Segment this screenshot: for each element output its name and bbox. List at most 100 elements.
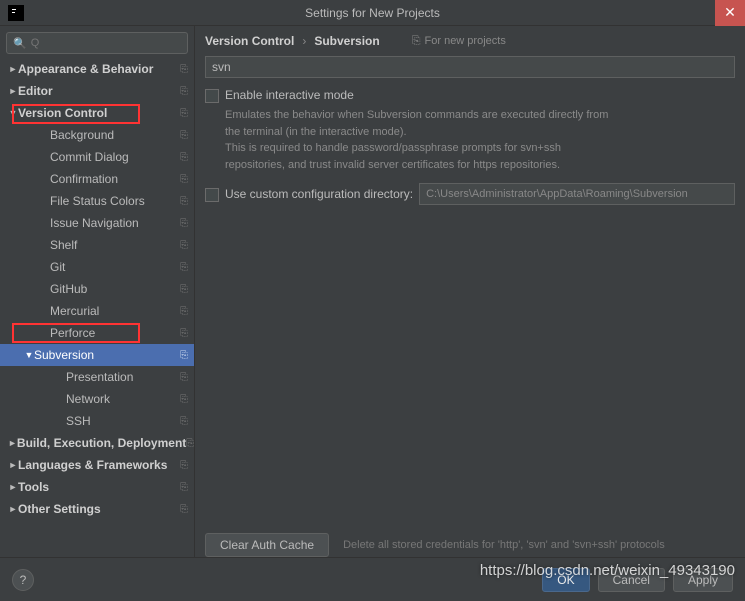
clear-auth-button[interactable]: Clear Auth Cache: [205, 533, 329, 557]
svn-path-input[interactable]: svn: [205, 56, 735, 78]
tree-item-label: Git: [50, 260, 180, 274]
scope-icon: ⎘: [180, 350, 188, 361]
search-input[interactable]: [31, 37, 181, 49]
apply-button[interactable]: Apply: [673, 568, 733, 592]
search-box[interactable]: 🔍: [6, 32, 188, 54]
form: Enable interactive mode Emulates the beh…: [195, 88, 745, 205]
tree-item-github[interactable]: GitHub⎘: [0, 278, 194, 300]
tree-item-label: Mercurial: [50, 304, 180, 318]
tree-item-file-status-colors[interactable]: File Status Colors⎘: [0, 190, 194, 212]
enable-interactive-label: Enable interactive mode: [225, 88, 354, 102]
scope-icon: ⎘: [180, 416, 188, 427]
tree-item-shelf[interactable]: Shelf⎘: [0, 234, 194, 256]
settings-tree: ►Appearance & Behavior⎘►Editor⎘▼Version …: [0, 58, 194, 557]
scope-icon: ⎘: [180, 64, 188, 75]
scope-icon: ⎘: [180, 394, 188, 405]
arrow-icon: ►: [8, 64, 18, 74]
arrow-icon: ►: [8, 438, 17, 448]
tree-item-git[interactable]: Git⎘: [0, 256, 194, 278]
tree-item-issue-navigation[interactable]: Issue Navigation⎘: [0, 212, 194, 234]
tree-item-languages-frameworks[interactable]: ►Languages & Frameworks⎘: [0, 454, 194, 476]
tree-item-build-execution-deployment[interactable]: ►Build, Execution, Deployment⎘: [0, 432, 194, 454]
tree-item-label: Shelf: [50, 238, 180, 252]
scope-icon: ⎘: [180, 372, 188, 383]
tree-item-network[interactable]: Network⎘: [0, 388, 194, 410]
tree-item-ssh[interactable]: SSH⎘: [0, 410, 194, 432]
custom-config-label: Use custom configuration directory:: [225, 187, 413, 201]
help-button[interactable]: ?: [12, 569, 34, 591]
tree-item-label: Perforce: [50, 326, 180, 340]
custom-config-checkbox[interactable]: [205, 188, 219, 202]
enable-interactive-checkbox[interactable]: [205, 89, 219, 103]
tree-item-perforce[interactable]: Perforce⎘: [0, 322, 194, 344]
crumb-current: Subversion: [314, 34, 379, 48]
scope-icon: ⎘: [180, 218, 188, 229]
tree-item-label: Editor: [18, 84, 180, 98]
titlebar: Settings for New Projects ✕: [0, 0, 745, 26]
tree-item-label: Tools: [18, 480, 180, 494]
content-panel: Version Control › Subversion ⎘ For new p…: [195, 26, 745, 557]
scope-icon: ⎘: [180, 152, 188, 163]
tree-item-label: Appearance & Behavior: [18, 62, 180, 76]
footer: ? OK Cancel Apply: [0, 557, 745, 601]
enable-interactive-row[interactable]: Enable interactive mode: [205, 88, 735, 103]
enable-interactive-desc: Emulates the behavior when Subversion co…: [225, 107, 735, 173]
tree-item-label: Commit Dialog: [50, 150, 180, 164]
cancel-button[interactable]: Cancel: [598, 568, 665, 592]
ok-button[interactable]: OK: [542, 568, 589, 592]
tree-item-label: Issue Navigation: [50, 216, 180, 230]
tree-item-label: GitHub: [50, 282, 180, 296]
main: 🔍 ►Appearance & Behavior⎘►Editor⎘▼Versio…: [0, 26, 745, 557]
scope-icon: ⎘: [180, 284, 188, 295]
tree-item-confirmation[interactable]: Confirmation⎘: [0, 168, 194, 190]
scope-icon: ⎘: [186, 438, 194, 449]
tree-item-label: File Status Colors: [50, 194, 180, 208]
scope-icon: ⎘: [180, 306, 188, 317]
scope-icon: ⎘: [180, 262, 188, 273]
tree-item-label: Network: [66, 392, 180, 406]
tree-item-label: Version Control: [18, 106, 180, 120]
breadcrumb: Version Control › Subversion ⎘ For new p…: [195, 26, 745, 56]
scope-icon: ⎘: [180, 174, 188, 185]
tree-item-label: SSH: [66, 414, 180, 428]
tree-item-label: Other Settings: [18, 502, 180, 516]
tree-item-other-settings[interactable]: ►Other Settings⎘: [0, 498, 194, 520]
arrow-icon: ►: [8, 482, 18, 492]
scope-icon: ⎘: [180, 328, 188, 339]
bottom-bar: Clear Auth Cache Delete all stored crede…: [195, 525, 745, 557]
search-icon: 🔍: [13, 37, 27, 50]
arrow-icon: ▼: [8, 108, 18, 118]
footer-buttons: OK Cancel Apply: [542, 568, 733, 592]
tree-item-commit-dialog[interactable]: Commit Dialog⎘: [0, 146, 194, 168]
tree-item-label: Background: [50, 128, 180, 142]
scope-label: ⎘ For new projects: [412, 35, 506, 48]
tree-item-version-control[interactable]: ▼Version Control⎘: [0, 102, 194, 124]
arrow-icon: ►: [8, 460, 18, 470]
scope-icon: ⎘: [180, 482, 188, 493]
scope-icon: ⎘: [180, 108, 188, 119]
custom-config-input[interactable]: C:\Users\Administrator\AppData\Roaming\S…: [419, 183, 735, 205]
tree-item-background[interactable]: Background⎘: [0, 124, 194, 146]
tree-item-label: Build, Execution, Deployment: [17, 436, 186, 450]
tree-item-mercurial[interactable]: Mercurial⎘: [0, 300, 194, 322]
app-icon: [8, 5, 24, 21]
scope-icon: ⎘: [180, 240, 188, 251]
scope-icon: ⎘: [180, 460, 188, 471]
tree-item-label: Presentation: [66, 370, 180, 384]
tree-item-label: Confirmation: [50, 172, 180, 186]
tree-item-editor[interactable]: ►Editor⎘: [0, 80, 194, 102]
tree-item-tools[interactable]: ►Tools⎘: [0, 476, 194, 498]
scope-icon: ⎘: [180, 86, 188, 97]
close-button[interactable]: ✕: [715, 0, 745, 26]
tree-item-appearance-behavior[interactable]: ►Appearance & Behavior⎘: [0, 58, 194, 80]
arrow-icon: ►: [8, 86, 18, 96]
tree-item-presentation[interactable]: Presentation⎘: [0, 366, 194, 388]
custom-config-row: Use custom configuration directory: C:\U…: [205, 183, 735, 205]
clear-auth-hint: Delete all stored credentials for 'http'…: [343, 539, 665, 551]
crumb-parent[interactable]: Version Control: [205, 34, 294, 48]
scope-icon: ⎘: [180, 196, 188, 207]
window-title: Settings for New Projects: [305, 6, 440, 20]
tree-item-subversion[interactable]: ▼Subversion⎘: [0, 344, 194, 366]
tree-item-label: Subversion: [34, 348, 180, 362]
scope-icon: ⎘: [180, 130, 188, 141]
